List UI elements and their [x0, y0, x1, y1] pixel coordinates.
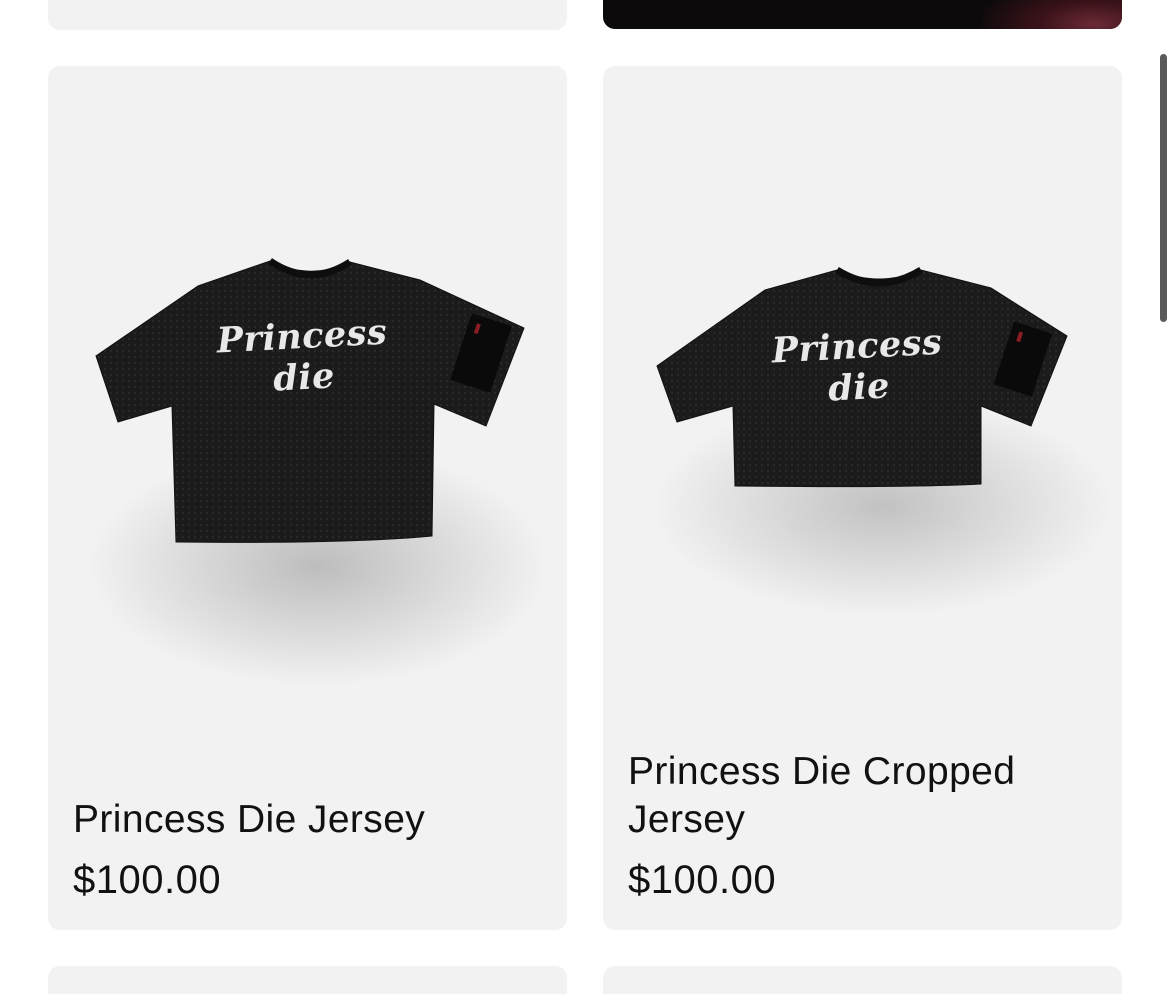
product-image-print-text: Princess die: [770, 321, 944, 410]
product-image[interactable]: Princess die: [603, 66, 1122, 706]
product-card[interactable]: Princess die Princess Die Jersey $100.00: [48, 66, 567, 930]
product-image-print-text: Princess die: [215, 311, 389, 400]
product-image-partial: [982, 0, 1122, 29]
product-card-partial-bottom-right[interactable]: [603, 966, 1122, 994]
product-image[interactable]: Princess die: [48, 66, 567, 706]
product-card-partial-top-right[interactable]: [603, 0, 1122, 29]
product-price: $100.00: [628, 858, 777, 902]
product-card[interactable]: Princess die Princess Die Cropped Jersey…: [603, 66, 1122, 930]
scrollbar-thumb[interactable]: [1160, 54, 1167, 322]
product-price: $100.00: [73, 858, 222, 902]
scrollbar[interactable]: [1156, 0, 1170, 994]
product-card-partial-top-left[interactable]: [48, 0, 567, 30]
product-title[interactable]: Princess Die Cropped Jersey: [628, 748, 1097, 844]
product-title[interactable]: Princess Die Jersey: [73, 796, 542, 844]
product-grid-page: Princess die Princess Die Jersey $100.00: [0, 0, 1170, 994]
product-card-partial-bottom-left[interactable]: [48, 966, 567, 994]
